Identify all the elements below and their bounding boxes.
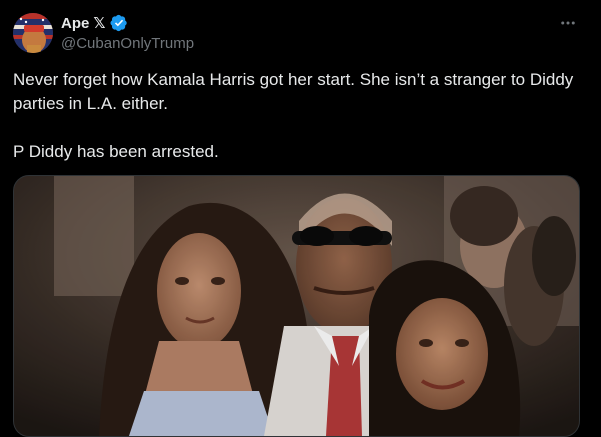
tweet-paragraph: Never forget how Kamala Harris got her s… (13, 70, 574, 113)
tweet-text: Never forget how Kamala Harris got her s… (13, 68, 583, 164)
author-handle[interactable]: @CubanOnlyTrump (61, 35, 194, 52)
more-horizontal-icon (561, 21, 575, 25)
tweet-paragraph: P Diddy has been arrested. (13, 142, 219, 161)
author-name-row: Ape 𝕏 (61, 13, 128, 33)
avatar-image (13, 13, 53, 53)
author-display-name[interactable]: Ape (61, 15, 89, 32)
verified-badge-icon[interactable] (110, 14, 128, 32)
tweet-media-video[interactable] (13, 175, 580, 437)
author-name-badge-glyph: 𝕏 (93, 15, 106, 32)
video-frame-image (14, 176, 579, 436)
more-options-button[interactable] (557, 12, 579, 34)
author-avatar[interactable] (13, 13, 53, 53)
